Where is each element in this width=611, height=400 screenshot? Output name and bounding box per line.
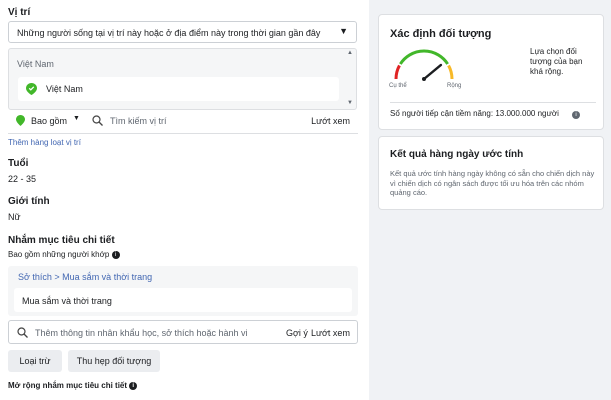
search-icon: [92, 115, 103, 126]
country-header: Việt Nam: [17, 59, 54, 69]
location-chip-label: Việt Nam: [46, 84, 83, 94]
potential-reach: Số người tiếp cận tiềm năng: 13.000.000 …: [390, 109, 559, 118]
narrow-audience-button[interactable]: Thu hẹp đối tượng: [68, 350, 160, 372]
selected-locations-box: Việt Nam Việt Nam ▲ ▼: [8, 48, 357, 110]
interest-breadcrumb[interactable]: Sở thích > Mua sắm và thời trang: [18, 272, 152, 282]
caret-down-icon: ▼: [339, 26, 348, 36]
location-search-input[interactable]: Tìm kiếm vị trí: [110, 116, 167, 126]
detailed-browse-button[interactable]: Lướt xem: [311, 328, 350, 338]
interest-box: Sở thích > Mua sắm và thời trang Mua sắm…: [8, 266, 358, 316]
targeting-panel: Vị trí Những người sống tại vị trí này h…: [0, 0, 369, 400]
location-search-row: Bao gồm ▼ Tìm kiếm vị trí Lướt xem: [8, 112, 358, 132]
interest-chip-label: Mua sắm và thời trang: [22, 296, 112, 306]
suggestions-button[interactable]: Gợi ý: [286, 328, 308, 338]
audience-definition-card: Xác định đối tượng Cụ thể Rộng Lựa chọn …: [378, 14, 604, 130]
audience-description: Lựa chọn đối tượng của bạn khá rộng.: [530, 47, 583, 76]
location-type-value: Những người sống tại vị trí này hoặc ở đ…: [17, 28, 321, 38]
expand-targeting-text: Mở rộng nhắm mục tiêu chi tiết: [8, 381, 128, 390]
daily-results-description: Kết quả ước tính hàng ngày không có sẵn …: [390, 169, 595, 197]
divider: [390, 102, 596, 103]
expand-targeting-label: Mở rộng nhắm mục tiêu chi tiết i: [8, 381, 138, 390]
audience-definition-title: Xác định đối tượng: [390, 28, 492, 40]
detailed-search-input[interactable]: Thêm thông tin nhân khẩu học, sở thích h…: [35, 328, 248, 338]
daily-results-card: Kết quả hàng ngày ước tính Kết quả ước t…: [378, 136, 604, 210]
info-icon[interactable]: i: [111, 250, 120, 259]
detailed-targeting-title: Nhắm mục tiêu chi tiết: [8, 235, 115, 246]
location-browse-button[interactable]: Lướt xem: [311, 116, 350, 126]
location-chip[interactable]: Việt Nam: [18, 77, 339, 101]
location-pin-icon: [16, 115, 25, 126]
include-matching-text: Bao gồm những người khớp: [8, 250, 110, 259]
include-dropdown[interactable]: Bao gồm: [31, 116, 67, 126]
age-value[interactable]: 22 - 35: [8, 174, 36, 184]
location-pin-icon: [26, 83, 37, 95]
daily-results-title: Kết quả hàng ngày ước tính: [390, 149, 524, 160]
caret-down-icon: ▼: [73, 115, 80, 122]
interest-chip[interactable]: Mua sắm và thời trang: [14, 288, 352, 312]
gender-title: Giới tính: [8, 196, 50, 207]
info-icon[interactable]: i: [129, 381, 138, 390]
detailed-search-row: Thêm thông tin nhân khẩu học, sở thích h…: [8, 320, 358, 344]
audience-gauge: [394, 49, 454, 81]
location-title: Vị trí: [8, 7, 31, 18]
search-icon: [17, 327, 28, 338]
divider: [8, 133, 358, 134]
gauge-label-specific: Cụ thể: [389, 83, 407, 89]
location-type-dropdown[interactable]: Những người sống tại vị trí này hoặc ở đ…: [8, 21, 357, 43]
include-matching-label: Bao gồm những người khớp i: [8, 250, 120, 259]
exclude-button[interactable]: Loại trừ: [8, 350, 62, 372]
gauge-needle: [422, 63, 443, 81]
location-scrollbar[interactable]: ▲ ▼: [347, 49, 353, 109]
gauge-label-broad: Rộng: [447, 83, 462, 89]
age-title: Tuổi: [8, 158, 29, 169]
bulk-add-locations-link[interactable]: Thêm hàng loạt vị trí: [8, 138, 81, 147]
info-icon[interactable]: i: [572, 108, 580, 119]
gender-value[interactable]: Nữ: [8, 212, 21, 222]
